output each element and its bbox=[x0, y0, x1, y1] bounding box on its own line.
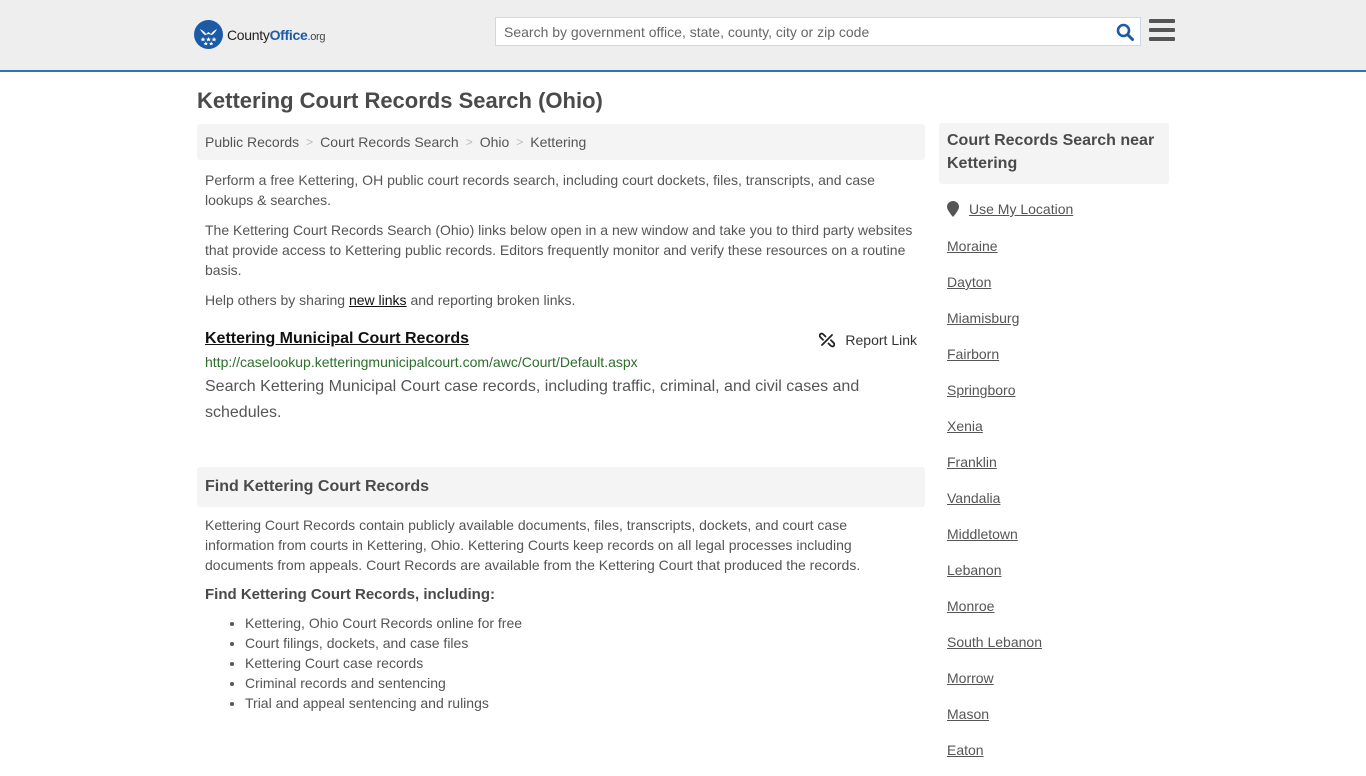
breadcrumb-separator: > bbox=[516, 135, 524, 149]
nearby-link[interactable]: Morrow bbox=[947, 668, 1042, 704]
intro-paragraph-1: Perform a free Kettering, OH public cour… bbox=[205, 172, 875, 208]
record-url: http://caselookup.ketteringmunicipalcour… bbox=[205, 354, 638, 370]
list-item: Trial and appeal sentencing and rulings bbox=[245, 693, 920, 713]
find-section-subheading: Find Kettering Court Records, including: bbox=[205, 586, 495, 603]
logo-text: CountyOffice.org bbox=[227, 26, 326, 43]
record-listing: Kettering Municipal Court Records Report… bbox=[205, 330, 917, 426]
breadcrumb-separator: > bbox=[306, 135, 314, 149]
eagle-stars-badge-icon bbox=[194, 20, 223, 49]
record-description: Search Kettering Municipal Court case re… bbox=[205, 378, 860, 421]
broken-link-icon bbox=[819, 332, 836, 348]
nearby-link[interactable]: Springboro bbox=[947, 380, 1042, 416]
site-header: CountyOffice.org bbox=[0, 0, 1366, 72]
search-input[interactable] bbox=[496, 18, 1110, 45]
sidebar-heading: Court Records Search near Kettering bbox=[939, 123, 1169, 184]
list-item: Kettering, Ohio Court Records online for… bbox=[245, 613, 920, 633]
map-pin-icon bbox=[947, 201, 959, 217]
intro-paragraph-2: The Kettering Court Records Search (Ohio… bbox=[205, 222, 913, 278]
hamburger-menu-icon[interactable] bbox=[1149, 19, 1175, 41]
new-links-link[interactable]: new links bbox=[349, 292, 407, 308]
page-title: Kettering Court Records Search (Ohio) bbox=[197, 88, 603, 113]
nearby-link[interactable]: Monroe bbox=[947, 596, 1042, 632]
nearby-link[interactable]: Moraine bbox=[947, 236, 1042, 272]
breadcrumb-kettering[interactable]: Kettering bbox=[530, 134, 586, 150]
nearby-link[interactable]: Miamisburg bbox=[947, 308, 1042, 344]
intro-paragraph-3: Help others by sharing new links and rep… bbox=[205, 292, 576, 308]
use-my-location-link[interactable]: Use My Location bbox=[969, 201, 1073, 217]
use-location: Use My Location bbox=[947, 201, 1073, 217]
find-section-heading: Find Kettering Court Records bbox=[197, 467, 925, 507]
nearby-link[interactable]: Xenia bbox=[947, 416, 1042, 452]
nearby-list: Moraine Dayton Miamisburg Fairborn Sprin… bbox=[947, 236, 1042, 776]
report-link-button[interactable]: Report Link bbox=[819, 332, 917, 348]
find-section-body: Kettering Court Records contain publicly… bbox=[205, 515, 920, 713]
find-section-paragraph: Kettering Court Records contain publicly… bbox=[205, 517, 861, 573]
breadcrumb-court-records-search[interactable]: Court Records Search bbox=[320, 134, 459, 150]
nearby-link[interactable]: Middletown bbox=[947, 524, 1042, 560]
list-item: Court filings, dockets, and case files bbox=[245, 633, 920, 653]
nearby-link[interactable]: Lebanon bbox=[947, 560, 1042, 596]
nearby-link[interactable]: Dayton bbox=[947, 272, 1042, 308]
breadcrumb-public-records[interactable]: Public Records bbox=[205, 134, 299, 150]
nearby-link[interactable]: Franklin bbox=[947, 452, 1042, 488]
breadcrumb: Public Records > Court Records Search > … bbox=[197, 124, 925, 160]
nearby-link[interactable]: South Lebanon bbox=[947, 632, 1042, 668]
search-button[interactable] bbox=[1110, 18, 1140, 45]
search-bar bbox=[495, 17, 1141, 46]
find-section-list: Kettering, Ohio Court Records online for… bbox=[245, 613, 920, 713]
breadcrumb-separator: > bbox=[465, 135, 473, 149]
list-item: Criminal records and sentencing bbox=[245, 673, 920, 693]
record-title-link[interactable]: Kettering Municipal Court Records bbox=[205, 330, 469, 348]
nearby-link[interactable]: Eaton bbox=[947, 740, 1042, 776]
breadcrumb-ohio[interactable]: Ohio bbox=[480, 134, 510, 150]
nearby-link[interactable]: Fairborn bbox=[947, 344, 1042, 380]
list-item: Kettering Court case records bbox=[245, 653, 920, 673]
nearby-link[interactable]: Mason bbox=[947, 704, 1042, 740]
search-icon bbox=[1116, 23, 1134, 41]
site-logo[interactable]: CountyOffice.org bbox=[194, 20, 326, 49]
intro-text: Perform a free Kettering, OH public cour… bbox=[205, 170, 920, 320]
nearby-link[interactable]: Vandalia bbox=[947, 488, 1042, 524]
